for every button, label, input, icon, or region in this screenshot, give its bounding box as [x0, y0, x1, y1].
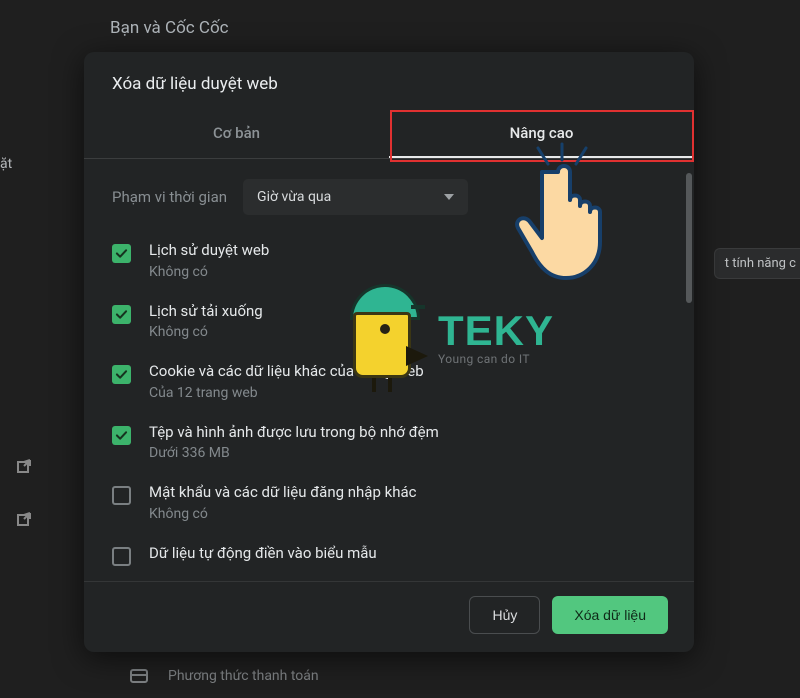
data-type-subtitle: Không có: [149, 324, 263, 340]
open-external-icon: [14, 511, 32, 529]
time-range-value: Giờ vừa qua: [257, 189, 331, 205]
data-type-subtitle: Không có: [149, 506, 417, 522]
data-type-checkbox[interactable]: [112, 426, 131, 445]
dialog-footer: Hủy Xóa dữ liệu: [84, 581, 694, 652]
tab-basic[interactable]: Cơ bản: [84, 110, 389, 158]
data-type-item: Mật khẩu và các dữ liệu đăng nhập khác Kh…: [112, 473, 678, 534]
background-feature-pill: t tính năng c: [714, 248, 800, 279]
data-type-checkbox[interactable]: [112, 547, 131, 566]
data-type-item: Cookie và các dữ liệu khác của trang web…: [112, 352, 678, 413]
data-type-subtitle: Dưới 336 MB: [149, 445, 439, 461]
data-type-checkbox[interactable]: [112, 365, 131, 384]
time-range-label: Phạm vi thời gian: [112, 188, 227, 206]
data-type-checkbox[interactable]: [112, 486, 131, 505]
background-payment-label: Phương thức thanh toán: [168, 668, 319, 684]
data-type-item: Tệp và hình ảnh được lưu trong bộ nhớ đệ…: [112, 413, 678, 474]
data-type-item: Dữ liệu tự động điền vào biểu mẫu: [112, 534, 678, 578]
data-type-subtitle: Không có: [149, 264, 269, 280]
time-range-dropdown[interactable]: Giờ vừa qua: [243, 179, 468, 215]
tab-underline: [389, 156, 694, 158]
data-type-title: Lịch sử tải xuống: [149, 302, 263, 322]
data-type-title: Lịch sử duyệt web: [149, 241, 269, 261]
chevron-down-icon: [444, 194, 454, 200]
clear-browsing-data-dialog: Xóa dữ liệu duyệt web Cơ bản Nâng cao Ph…: [84, 52, 694, 652]
clear-data-button[interactable]: Xóa dữ liệu: [552, 596, 668, 634]
data-type-title: Tệp và hình ảnh được lưu trong bộ nhớ đệ…: [149, 423, 439, 443]
card-icon: [130, 669, 148, 683]
dialog-tabs: Cơ bản Nâng cao: [84, 110, 694, 158]
data-type-item: Lịch sử duyệt web Không có: [112, 231, 678, 292]
data-type-checkbox[interactable]: [112, 244, 131, 263]
dialog-title: Xóa dữ liệu duyệt web: [84, 52, 694, 110]
scrollbar-thumb[interactable]: [686, 173, 692, 303]
data-type-item: Lịch sử tải xuống Không có: [112, 292, 678, 353]
tab-advanced[interactable]: Nâng cao: [389, 110, 694, 158]
open-external-icon: [14, 458, 32, 476]
data-type-title: Dữ liệu tự động điền vào biểu mẫu: [149, 544, 377, 564]
sidebar-truncated-text: ặt: [0, 156, 12, 172]
dialog-scroll-area: Phạm vi thời gian Giờ vừa qua Lịch sử du…: [84, 159, 694, 581]
cancel-button[interactable]: Hủy: [469, 596, 540, 634]
data-type-title: Cookie và các dữ liệu khác của trang web: [149, 362, 424, 382]
data-type-subtitle: Của 12 trang web: [149, 385, 424, 401]
page-section-title: Bạn và Cốc Cốc: [110, 18, 229, 38]
background-payment-row: Phương thức thanh toán: [130, 668, 319, 684]
data-type-title: Mật khẩu và các dữ liệu đăng nhập khác: [149, 483, 417, 503]
data-type-checkbox[interactable]: [112, 305, 131, 324]
